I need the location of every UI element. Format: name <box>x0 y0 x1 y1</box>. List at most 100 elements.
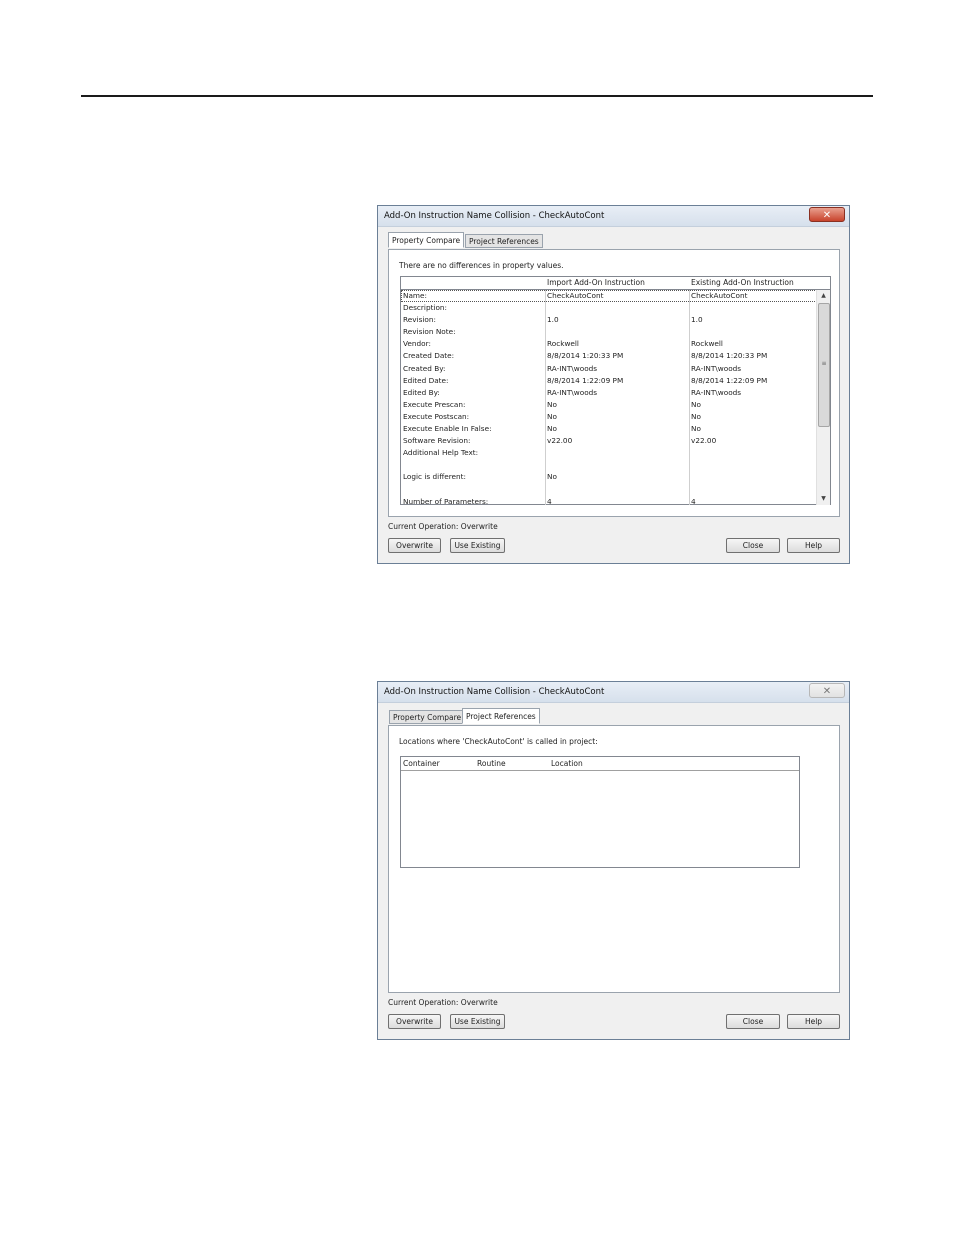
property-cell: Software Revision: <box>403 436 471 446</box>
import-value-cell: No <box>547 411 557 421</box>
page-header-rule <box>81 95 873 97</box>
vertical-scrollbar[interactable]: ▲ ≡ ▼ <box>816 290 830 505</box>
table-row[interactable] <box>401 484 817 496</box>
scroll-thumb[interactable]: ≡ <box>818 303 830 427</box>
column-header-existing: Existing Add-On Instruction <box>691 278 794 287</box>
tab-panel: There are no differences in property val… <box>388 249 840 517</box>
column-header-container[interactable]: Container <box>403 757 440 770</box>
import-value-cell: RA-INT\woods <box>547 387 598 397</box>
import-value-cell: 8/8/2014 1:22:09 PM <box>547 375 624 385</box>
dialog-title: Add-On Instruction Name Collision - Chec… <box>384 211 605 221</box>
import-value-cell: Rockwell <box>547 339 579 349</box>
table-row[interactable]: Created Date: 8/8/2014 1:20:33 PM 8/8/2014… <box>401 350 817 362</box>
property-cell: Revision Note: <box>403 327 456 337</box>
property-cell: Created By: <box>403 363 446 373</box>
close-window-button[interactable]: ✕ <box>809 207 845 222</box>
table-row[interactable]: Additional Help Text: <box>401 447 817 459</box>
close-button[interactable]: Close <box>726 538 780 553</box>
name-collision-dialog-project-references: Add-On Instruction Name Collision - Chec… <box>377 681 850 1040</box>
property-cell: Edited By: <box>403 387 440 397</box>
table-row[interactable]: Description: <box>401 302 817 314</box>
property-cell: Revision: <box>403 315 436 325</box>
existing-value-cell: Rockwell <box>691 339 723 349</box>
existing-value-cell: 8/8/2014 1:20:33 PM <box>691 351 768 361</box>
table-row[interactable]: Execute Prescan: No No <box>401 399 817 411</box>
import-value-cell: No <box>547 472 557 482</box>
table-row[interactable]: Execute Enable In False: No No <box>401 423 817 435</box>
property-cell: Name: <box>403 291 427 300</box>
existing-value-cell: RA-INT\woods <box>691 363 742 373</box>
references-message: Locations where 'CheckAutoCont' is calle… <box>399 737 598 746</box>
grid-header: Import Add-On Instruction Existing Add-O… <box>401 277 830 290</box>
property-cell: Additional Help Text: <box>403 448 479 458</box>
existing-value-cell: No <box>691 424 701 434</box>
property-cell: Execute Postscan: <box>403 411 470 421</box>
current-operation-label: Current Operation: Overwrite <box>388 998 498 1007</box>
list-header: Container Routine Location <box>401 757 799 771</box>
tab-panel: Locations where 'CheckAutoCont' is calle… <box>388 725 840 993</box>
table-row[interactable]: Execute Postscan: No No <box>401 411 817 423</box>
table-row[interactable]: Revision: 1.0 1.0 <box>401 314 817 326</box>
scroll-up-icon[interactable]: ▲ <box>817 290 830 302</box>
existing-value-cell: RA-INT\woods <box>691 387 742 397</box>
help-button[interactable]: Help <box>787 538 840 553</box>
dialog-title: Add-On Instruction Name Collision - Chec… <box>384 687 605 697</box>
property-cell: Execute Enable In False: <box>403 424 492 434</box>
existing-value-cell: 8/8/2014 1:22:09 PM <box>691 375 768 385</box>
tab-project-references[interactable]: Project References <box>465 234 543 248</box>
table-row[interactable]: Software Revision: v22.00 v22.00 <box>401 435 817 447</box>
tab-property-compare[interactable]: Property Compare <box>388 232 465 248</box>
import-value-cell: No <box>547 399 557 409</box>
table-row[interactable]: Edited By: RA-INT\woods RA-INT\woods <box>401 387 817 399</box>
import-value-cell: CheckAutoCont <box>547 291 604 300</box>
existing-value-cell: 4 <box>691 496 696 505</box>
references-list[interactable]: Container Routine Location <box>400 756 800 868</box>
table-row[interactable]: Name: CheckAutoCont CheckAutoCont <box>401 290 817 303</box>
grid-rows: Name: CheckAutoCont CheckAutoCont Descripti… <box>401 290 817 505</box>
close-window-button[interactable]: ✕ <box>809 683 845 698</box>
existing-value-cell: 1.0 <box>691 315 703 325</box>
existing-value-cell: v22.00 <box>691 436 717 446</box>
import-value-cell: v22.00 <box>547 436 573 446</box>
title-bar[interactable]: Add-On Instruction Name Collision - Chec… <box>378 682 849 703</box>
property-cell: Created Date: <box>403 351 455 361</box>
existing-value-cell: No <box>691 399 701 409</box>
existing-value-cell: No <box>691 411 701 421</box>
name-collision-dialog-property-compare: Add-On Instruction Name Collision - Chec… <box>377 205 850 564</box>
overwrite-button[interactable]: Overwrite <box>388 538 441 553</box>
comparison-message: There are no differences in property val… <box>399 261 564 270</box>
property-cell: Logic is different: <box>403 472 466 482</box>
property-cell: Edited Date: <box>403 375 449 385</box>
tab-property-compare[interactable]: Property Compare <box>389 710 466 724</box>
column-header-routine[interactable]: Routine <box>477 757 506 770</box>
import-value-cell: 4 <box>547 496 552 505</box>
tab-project-references[interactable]: Project References <box>462 708 540 724</box>
use-existing-button[interactable]: Use Existing <box>450 1014 505 1029</box>
table-row[interactable] <box>401 459 817 471</box>
property-cell: Vendor: <box>403 339 431 349</box>
table-row[interactable]: Vendor: Rockwell Rockwell <box>401 338 817 350</box>
property-compare-grid: Import Add-On Instruction Existing Add-O… <box>400 276 831 505</box>
close-button[interactable]: Close <box>726 1014 780 1029</box>
property-cell: Execute Prescan: <box>403 399 466 409</box>
overwrite-button[interactable]: Overwrite <box>388 1014 441 1029</box>
table-row[interactable]: Revision Note: <box>401 326 817 338</box>
table-row[interactable]: Created By: RA-INT\woods RA-INT\woods <box>401 363 817 375</box>
title-bar[interactable]: Add-On Instruction Name Collision - Chec… <box>378 206 849 227</box>
import-value-cell: RA-INT\woods <box>547 363 598 373</box>
use-existing-button[interactable]: Use Existing <box>450 538 505 553</box>
scroll-down-icon[interactable]: ▼ <box>817 493 830 505</box>
table-row[interactable]: Logic is different: No <box>401 471 817 483</box>
table-row[interactable]: Edited Date: 8/8/2014 1:22:09 PM 8/8/2014 … <box>401 375 817 387</box>
column-header-import: Import Add-On Instruction <box>547 278 645 287</box>
current-operation-label: Current Operation: Overwrite <box>388 522 498 531</box>
column-header-location[interactable]: Location <box>551 757 583 770</box>
import-value-cell: No <box>547 424 557 434</box>
help-button[interactable]: Help <box>787 1014 840 1029</box>
property-cell: Number of Parameters: <box>403 496 489 505</box>
existing-value-cell: CheckAutoCont <box>691 291 748 300</box>
property-cell: Description: <box>403 303 448 313</box>
import-value-cell: 8/8/2014 1:20:33 PM <box>547 351 624 361</box>
import-value-cell: 1.0 <box>547 315 559 325</box>
table-row[interactable]: Number of Parameters: 4 4 <box>401 496 817 505</box>
